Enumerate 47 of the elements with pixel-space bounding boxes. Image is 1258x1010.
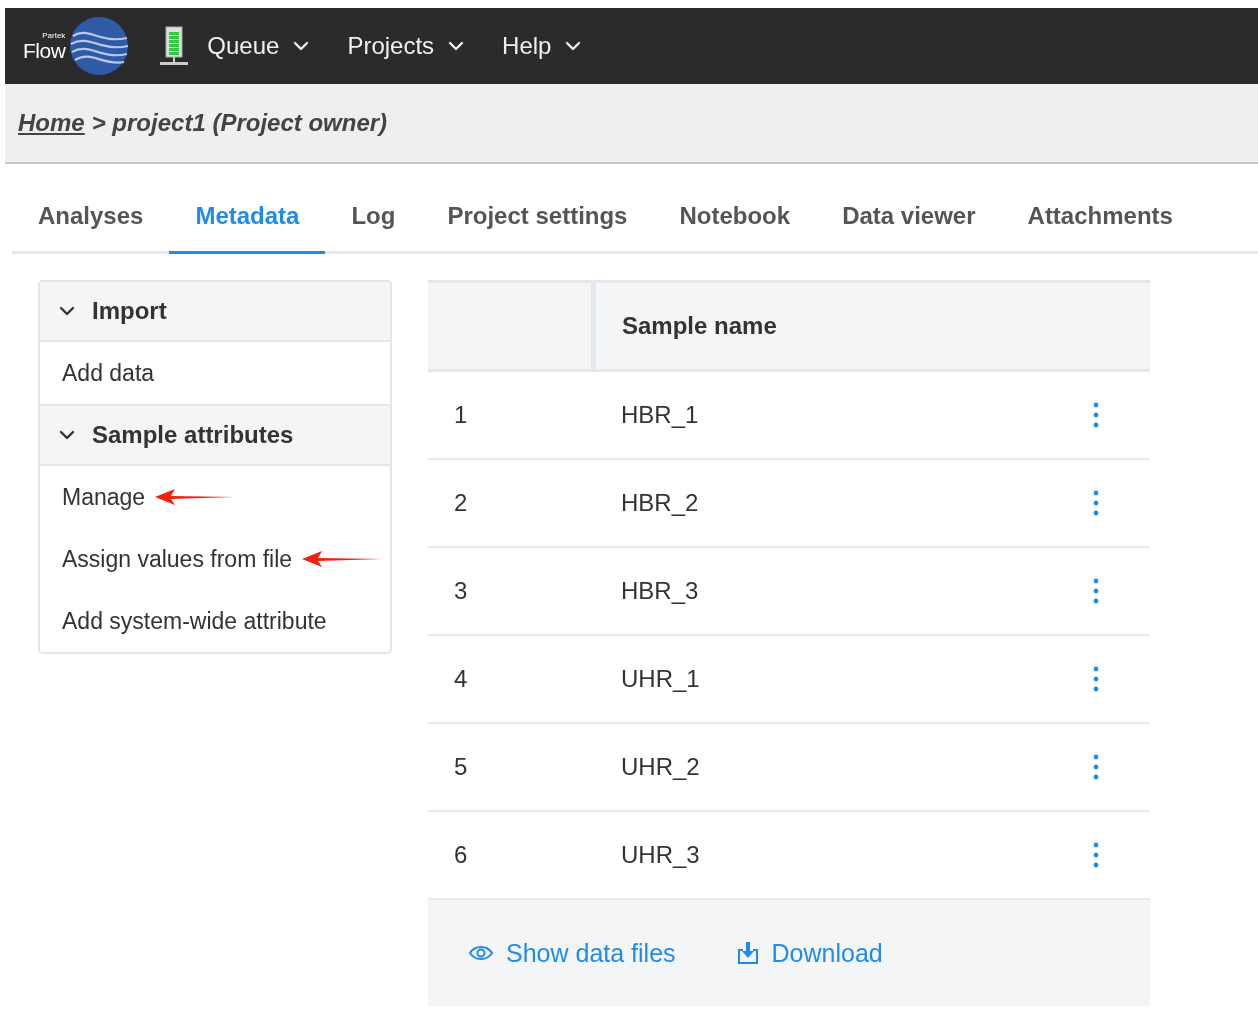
tab[interactable]: Analyses <box>12 188 170 254</box>
table-cell-text: UHR_3 <box>620 841 701 869</box>
nav-menu[interactable]: Help <box>502 32 582 60</box>
sidebar-link[interactable]: Add system-wide attribute <box>62 607 327 635</box>
sidebar-link[interactable]: Manage <box>62 483 146 511</box>
more-icon <box>1093 754 1099 780</box>
sidebar-link[interactable]: Add data <box>62 359 155 387</box>
table-cell-text: 4 <box>453 665 469 693</box>
globe-logo-icon <box>69 16 130 76</box>
tab[interactable]: Attachments <box>1001 188 1199 254</box>
nav-menu[interactable]: Projects <box>347 32 465 60</box>
section-title: Sample attributes <box>92 421 294 449</box>
more-icon <box>1093 842 1099 868</box>
chevron-down-icon <box>293 40 310 52</box>
table-cell-text: 6 <box>453 841 469 869</box>
tab[interactable]: Notebook <box>653 188 817 254</box>
table-cell-text: HBR_2 <box>620 489 700 517</box>
server-status-icon <box>159 26 190 66</box>
table-cell-text: UHR_1 <box>620 665 701 693</box>
chevron-down-icon <box>565 40 582 52</box>
more-icon <box>1093 490 1099 516</box>
tab[interactable]: Project settings <box>421 188 654 254</box>
breadcrumb-text: > project1 (Project owner) <box>91 109 388 137</box>
chevron-down-icon <box>448 40 465 52</box>
column-header: Sample name <box>621 311 777 341</box>
download-icon <box>735 941 760 965</box>
tab[interactable]: Data viewer <box>816 188 1002 254</box>
more-icon <box>1093 666 1099 692</box>
section-header[interactable]: Sample attributes <box>40 406 390 466</box>
table-cell-text: HBR_3 <box>620 577 700 605</box>
section-header[interactable]: Import <box>40 282 390 342</box>
logo-text: Flow <box>23 39 66 61</box>
more-icon <box>1093 578 1099 604</box>
logo-text: Partek <box>42 31 66 40</box>
nav-menu[interactable]: Queue <box>207 32 310 60</box>
home-link[interactable]: Home <box>18 109 85 137</box>
table-cell-text: 1 <box>453 401 469 429</box>
sidebar-link[interactable]: Assign values from file <box>62 545 293 573</box>
table-cell-text: HBR_1 <box>620 401 700 429</box>
table-cell-text: 3 <box>453 577 469 605</box>
table-cell-text: UHR_2 <box>620 753 701 781</box>
section-title: Import <box>92 297 167 325</box>
table-cell-text: 5 <box>453 753 469 781</box>
eye-icon <box>468 944 494 962</box>
tab[interactable]: Log <box>325 188 422 254</box>
more-icon <box>1093 402 1099 428</box>
table-cell-text: 2 <box>453 489 469 517</box>
